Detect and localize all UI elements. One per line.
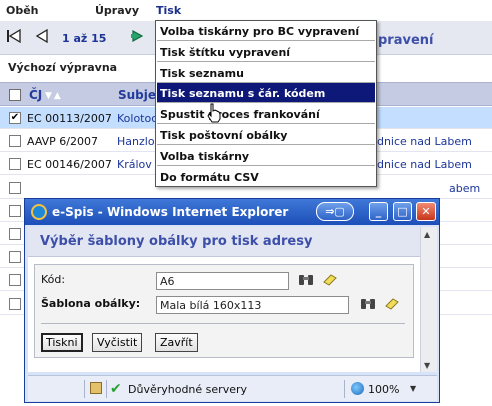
row-checkbox[interactable] — [9, 158, 21, 170]
row-checkbox[interactable] — [9, 135, 21, 147]
menu-item[interactable]: Tisk poštovní obálky — [157, 125, 375, 145]
sablona-label: Šablona obálky: — [41, 297, 141, 310]
row-checkbox[interactable] — [9, 298, 21, 310]
menu-item[interactable]: Tisk seznamu s čár. kódem — [157, 83, 375, 104]
form-divider — [41, 323, 405, 324]
row-subject[interactable]: Králov — [117, 158, 152, 171]
row-cj[interactable]: EC 00113/2007 — [27, 112, 112, 125]
template-form: Kód: Šablona obálky: Tiskni Vy — [34, 264, 414, 358]
row-subject[interactable]: Hanzlo — [117, 135, 155, 148]
trusted-zone-check-icon: ✔ — [110, 381, 122, 397]
page-range: 1 až 15 — [62, 32, 107, 45]
dialog-title: Výběr šablony obálky pro tisk adresy — [40, 234, 313, 249]
scroll-down-icon[interactable]: ▼ — [424, 361, 430, 370]
column-header-subject[interactable]: Subje — [118, 88, 156, 102]
row-checkbox[interactable]: ✔ — [9, 112, 21, 124]
status-divider — [344, 380, 345, 398]
eraser-icon[interactable] — [322, 273, 338, 287]
menu-item[interactable]: Volba tiskárny pro BC vypravení — [157, 21, 375, 41]
window-title: e-Spis - Windows Internet Explorer — [52, 205, 289, 219]
status-divider — [84, 380, 85, 398]
row-subject[interactable]: Kolotoc — [117, 112, 157, 125]
row-checkbox[interactable] — [9, 274, 21, 286]
row-extra[interactable]: udnice nad Labem — [370, 135, 472, 148]
menu-item[interactable]: Volba tiskárny — [157, 146, 375, 166]
window-titlebar[interactable]: e-Spis - Windows Internet Explorer ⇒▢ _ … — [25, 199, 439, 225]
window-content: Výběr šablony obálky pro tisk adresy ▲ ▼… — [28, 227, 437, 372]
print-menu-dropdown: Volba tiskárny pro BC vypravení Tisk štít… — [155, 20, 377, 187]
row-checkbox[interactable] — [9, 251, 21, 263]
menu-item[interactable]: Do formátu CSV — [157, 167, 375, 187]
menu-oveh[interactable]: Oběh — [6, 4, 39, 17]
switch-window-icon[interactable]: ⇒▢ — [316, 202, 354, 221]
zoom-globe-icon — [351, 382, 364, 395]
close-icon[interactable]: ✕ — [416, 202, 436, 221]
maximize-icon[interactable]: □ — [393, 202, 412, 221]
zoom-level[interactable]: 100% — [368, 383, 399, 396]
ie-logo-icon — [31, 204, 47, 220]
sablona-input[interactable] — [156, 296, 349, 314]
row-checkbox[interactable] — [9, 182, 21, 194]
zoom-dropdown-icon[interactable]: ▼ — [410, 384, 416, 393]
status-bar: ✔ Důvěryhodné servery 100% ▼ — [28, 375, 437, 401]
sort-arrows-icon[interactable]: ▼▲ — [45, 91, 63, 101]
scroll-up-icon[interactable]: ▲ — [424, 230, 430, 239]
row-cj[interactable]: EC 00146/2007 — [27, 158, 112, 171]
previous-page-icon[interactable] — [33, 27, 51, 45]
row-checkbox[interactable] — [9, 205, 21, 217]
vertical-scrollbar[interactable]: ▲ ▼ — [420, 227, 437, 372]
security-icon[interactable] — [90, 382, 102, 394]
hand-cursor-icon — [207, 103, 221, 123]
row-extra[interactable]: udnice nad Labem — [370, 158, 472, 171]
menu-item[interactable]: Tisk štítku vypravení — [157, 42, 375, 62]
menubar: Oběh Úpravy Tisk — [0, 0, 492, 20]
close-button[interactable]: Zavřít — [155, 333, 198, 352]
menu-item[interactable]: Spustit proces frankování — [157, 104, 375, 125]
column-header-cj[interactable]: ČJ — [29, 88, 42, 102]
clear-button[interactable]: Vyčistit — [92, 333, 143, 352]
menu-upravy[interactable]: Úpravy — [95, 4, 139, 17]
security-zone[interactable]: Důvěryhodné servery — [128, 383, 247, 396]
kod-input[interactable] — [156, 272, 289, 290]
first-page-icon[interactable] — [5, 27, 23, 45]
page-title: pravení — [378, 33, 434, 48]
print-button[interactable]: Tiskni — [41, 333, 83, 352]
section-label: Výchozí výpravna — [8, 61, 118, 74]
row-extra[interactable]: abem — [449, 182, 480, 195]
binoculars-icon[interactable] — [360, 297, 376, 311]
status-divider — [106, 380, 107, 398]
next-page-icon[interactable] — [129, 27, 147, 45]
binoculars-icon[interactable] — [298, 273, 314, 287]
row-cj[interactable]: AAVP 6/2007 — [27, 135, 98, 148]
envelope-template-window: e-Spis - Windows Internet Explorer ⇒▢ _ … — [24, 198, 440, 403]
eraser-icon[interactable] — [384, 297, 400, 311]
row-checkbox[interactable] — [9, 228, 21, 240]
kod-label: Kód: — [41, 273, 66, 286]
menu-item[interactable]: Tisk seznamu — [157, 63, 375, 83]
select-all-checkbox[interactable] — [9, 89, 21, 101]
dialog-heading: Výběr šablony obálky pro tisk adresy — [28, 227, 420, 257]
menu-tisk[interactable]: Tisk — [156, 4, 181, 17]
minimize-icon[interactable]: _ — [369, 202, 388, 221]
